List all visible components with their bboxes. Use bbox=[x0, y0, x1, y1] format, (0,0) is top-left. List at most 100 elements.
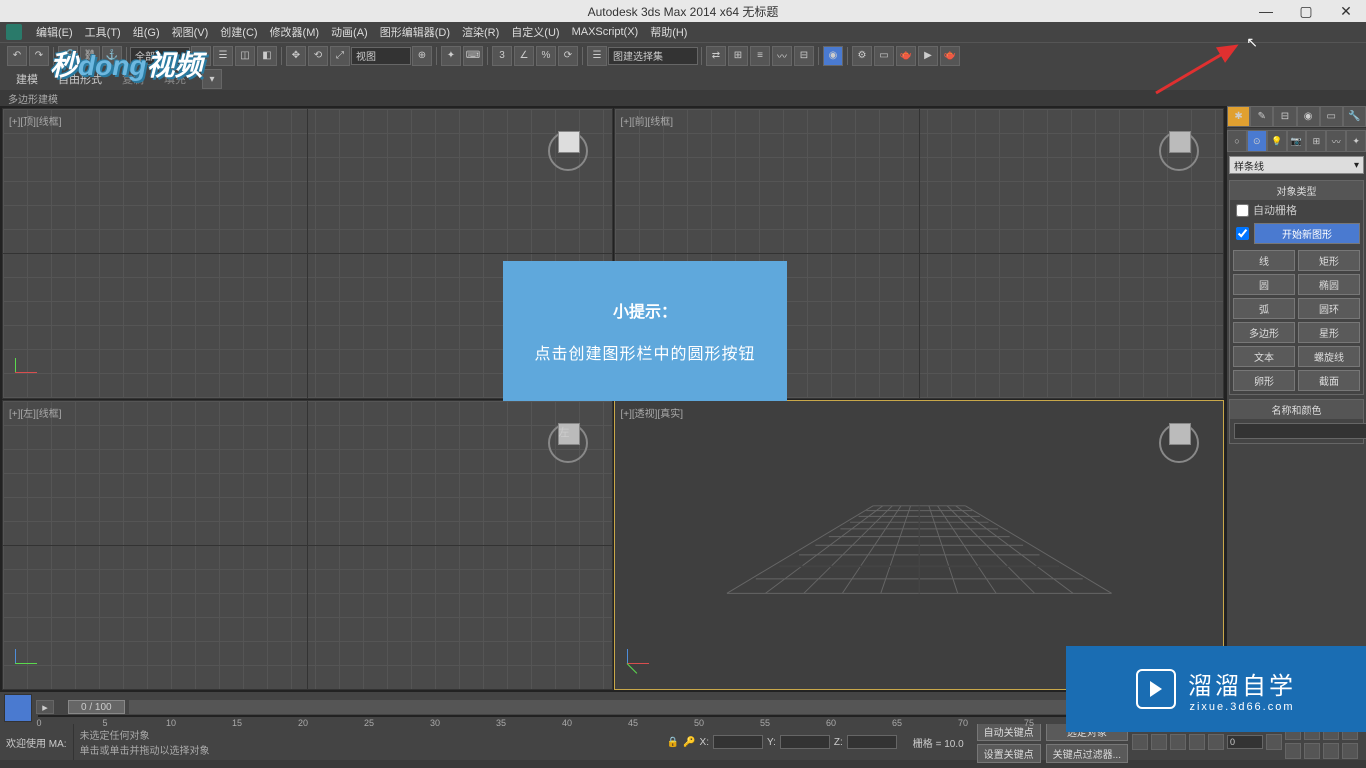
menu-help[interactable]: 帮助(H) bbox=[644, 24, 693, 40]
circle-button[interactable]: 圆 bbox=[1233, 274, 1295, 295]
viewport-label-persp[interactable]: [+][透视][真实] bbox=[621, 405, 684, 420]
ribbon-toggle-button[interactable]: ▾ bbox=[202, 69, 222, 89]
start-new-button[interactable]: 开始新图形 bbox=[1254, 223, 1360, 244]
keyboard-button[interactable]: ⌨ bbox=[463, 46, 483, 66]
pan-button[interactable] bbox=[1304, 743, 1320, 759]
ellipse-button[interactable]: 椭圆 bbox=[1298, 274, 1360, 295]
move-button[interactable]: ✥ bbox=[286, 46, 306, 66]
menu-view[interactable]: 视图(V) bbox=[166, 24, 215, 40]
redo-button[interactable]: ↷ bbox=[29, 46, 49, 66]
select-name-button[interactable]: ☰ bbox=[213, 46, 233, 66]
key-icon[interactable]: 🔑 bbox=[683, 737, 695, 748]
helix-button[interactable]: 螺旋线 bbox=[1298, 346, 1360, 367]
select-rect-button[interactable]: ◫ bbox=[235, 46, 255, 66]
teapot-icon[interactable]: 🫖 bbox=[940, 46, 960, 66]
snap-toggle-button[interactable]: 3 bbox=[492, 46, 512, 66]
close-button[interactable]: ✕ bbox=[1326, 0, 1366, 22]
prev-frame-button[interactable] bbox=[1151, 734, 1167, 750]
egg-button[interactable]: 卵形 bbox=[1233, 370, 1295, 391]
play-anim-button[interactable] bbox=[1170, 734, 1186, 750]
menu-customize[interactable]: 自定义(U) bbox=[505, 24, 565, 40]
hierarchy-tab[interactable]: ⊟ bbox=[1273, 106, 1296, 127]
orbit-button[interactable] bbox=[1323, 743, 1339, 759]
create-tab[interactable]: ✱ bbox=[1227, 106, 1250, 127]
start-new-checkbox[interactable] bbox=[1236, 227, 1249, 240]
menu-modifiers[interactable]: 修改器(M) bbox=[264, 24, 326, 40]
align-button[interactable]: ⊞ bbox=[728, 46, 748, 66]
mirror-button[interactable]: ⇄ bbox=[706, 46, 726, 66]
named-sel-button[interactable]: ☰ bbox=[587, 46, 607, 66]
viewcube[interactable] bbox=[1159, 121, 1199, 161]
ref-coord-dropdown[interactable]: 视图 bbox=[351, 47, 411, 65]
play-button[interactable]: ▸ bbox=[36, 700, 54, 714]
viewcube[interactable] bbox=[548, 121, 588, 161]
time-config-button[interactable] bbox=[1266, 734, 1282, 750]
manipulate-button[interactable]: ✦ bbox=[441, 46, 461, 66]
app-icon[interactable] bbox=[6, 24, 22, 40]
viewcube[interactable] bbox=[1159, 413, 1199, 453]
menu-animation[interactable]: 动画(A) bbox=[325, 24, 374, 40]
render-setup-button[interactable]: ⚙ bbox=[852, 46, 872, 66]
z-input[interactable] bbox=[847, 735, 897, 749]
autogrid-checkbox[interactable] bbox=[1236, 204, 1249, 217]
next-frame-button[interactable] bbox=[1189, 734, 1205, 750]
menu-tools[interactable]: 工具(T) bbox=[79, 24, 127, 40]
spacewarps-subtab[interactable]: 〰 bbox=[1326, 130, 1346, 152]
tab-modeling[interactable]: 建模 bbox=[6, 71, 48, 87]
current-frame-input[interactable] bbox=[1227, 735, 1263, 749]
viewcube[interactable]: 左 bbox=[548, 413, 588, 453]
material-editor-button[interactable]: ◉ bbox=[823, 46, 843, 66]
viewport-label-front[interactable]: [+][前][线框] bbox=[621, 113, 674, 128]
fov-button[interactable] bbox=[1285, 743, 1301, 759]
shapes-subtab[interactable]: ⊙ bbox=[1247, 130, 1267, 152]
utilities-tab[interactable]: 🔧 bbox=[1343, 106, 1366, 127]
goto-start-button[interactable] bbox=[1132, 734, 1148, 750]
menu-group[interactable]: 组(G) bbox=[127, 24, 166, 40]
viewport-label-top[interactable]: [+][顶][线框] bbox=[9, 113, 62, 128]
window-crossing-button[interactable]: ◧ bbox=[257, 46, 277, 66]
menu-create[interactable]: 创建(C) bbox=[214, 24, 263, 40]
star-button[interactable]: 星形 bbox=[1298, 322, 1360, 343]
systems-subtab[interactable]: ✦ bbox=[1346, 130, 1366, 152]
menu-graph[interactable]: 图形编辑器(D) bbox=[374, 24, 456, 40]
angle-snap-button[interactable]: ∠ bbox=[514, 46, 534, 66]
maximize-button[interactable]: ▢ bbox=[1286, 0, 1326, 22]
category-dropdown[interactable]: 样条线 ▾ bbox=[1229, 156, 1364, 174]
section-button[interactable]: 截面 bbox=[1298, 370, 1360, 391]
pivot-button[interactable]: ⊕ bbox=[412, 46, 432, 66]
helpers-subtab[interactable]: ⊞ bbox=[1306, 130, 1326, 152]
spinner-snap-button[interactable]: ⟳ bbox=[558, 46, 578, 66]
display-tab[interactable]: ▭ bbox=[1320, 106, 1343, 127]
line-button[interactable]: 线 bbox=[1233, 250, 1295, 271]
schematic-button[interactable]: ⊟ bbox=[794, 46, 814, 66]
layers-button[interactable]: ≡ bbox=[750, 46, 770, 66]
viewport-left[interactable]: [+][左][线框] 左 bbox=[2, 400, 613, 691]
modify-tab[interactable]: ✎ bbox=[1250, 106, 1273, 127]
time-handle[interactable]: 0 / 100 bbox=[68, 700, 125, 714]
minimize-button[interactable]: — bbox=[1246, 0, 1286, 22]
undo-button[interactable]: ↶ bbox=[7, 46, 27, 66]
goto-end-button[interactable] bbox=[1208, 734, 1224, 750]
render-prod-button[interactable]: ▶ bbox=[918, 46, 938, 66]
setkey-button[interactable]: 设置关键点 bbox=[977, 744, 1041, 763]
menu-render[interactable]: 渲染(R) bbox=[456, 24, 505, 40]
cameras-subtab[interactable]: 📷 bbox=[1287, 130, 1307, 152]
x-input[interactable] bbox=[713, 735, 763, 749]
max-toggle-button[interactable] bbox=[1342, 743, 1358, 759]
y-input[interactable] bbox=[780, 735, 830, 749]
text-button[interactable]: 文本 bbox=[1233, 346, 1295, 367]
lock-icon[interactable]: 🔒 bbox=[667, 737, 679, 748]
render-button[interactable]: 🫖 bbox=[896, 46, 916, 66]
ngon-button[interactable]: 多边形 bbox=[1233, 322, 1295, 343]
scale-button[interactable]: ⤢ bbox=[330, 46, 350, 66]
viewport-layout-button[interactable] bbox=[4, 694, 32, 722]
motion-tab[interactable]: ◉ bbox=[1297, 106, 1320, 127]
render-frame-button[interactable]: ▭ bbox=[874, 46, 894, 66]
named-selection-dropdown[interactable]: 图建选择集 bbox=[608, 47, 698, 65]
keyfilter-button[interactable]: 关键点过滤器... bbox=[1046, 744, 1128, 763]
lights-subtab[interactable]: 💡 bbox=[1267, 130, 1287, 152]
rectangle-button[interactable]: 矩形 bbox=[1298, 250, 1360, 271]
percent-snap-button[interactable]: % bbox=[536, 46, 556, 66]
menu-edit[interactable]: 编辑(E) bbox=[30, 24, 79, 40]
geometry-subtab[interactable]: ○ bbox=[1227, 130, 1247, 152]
